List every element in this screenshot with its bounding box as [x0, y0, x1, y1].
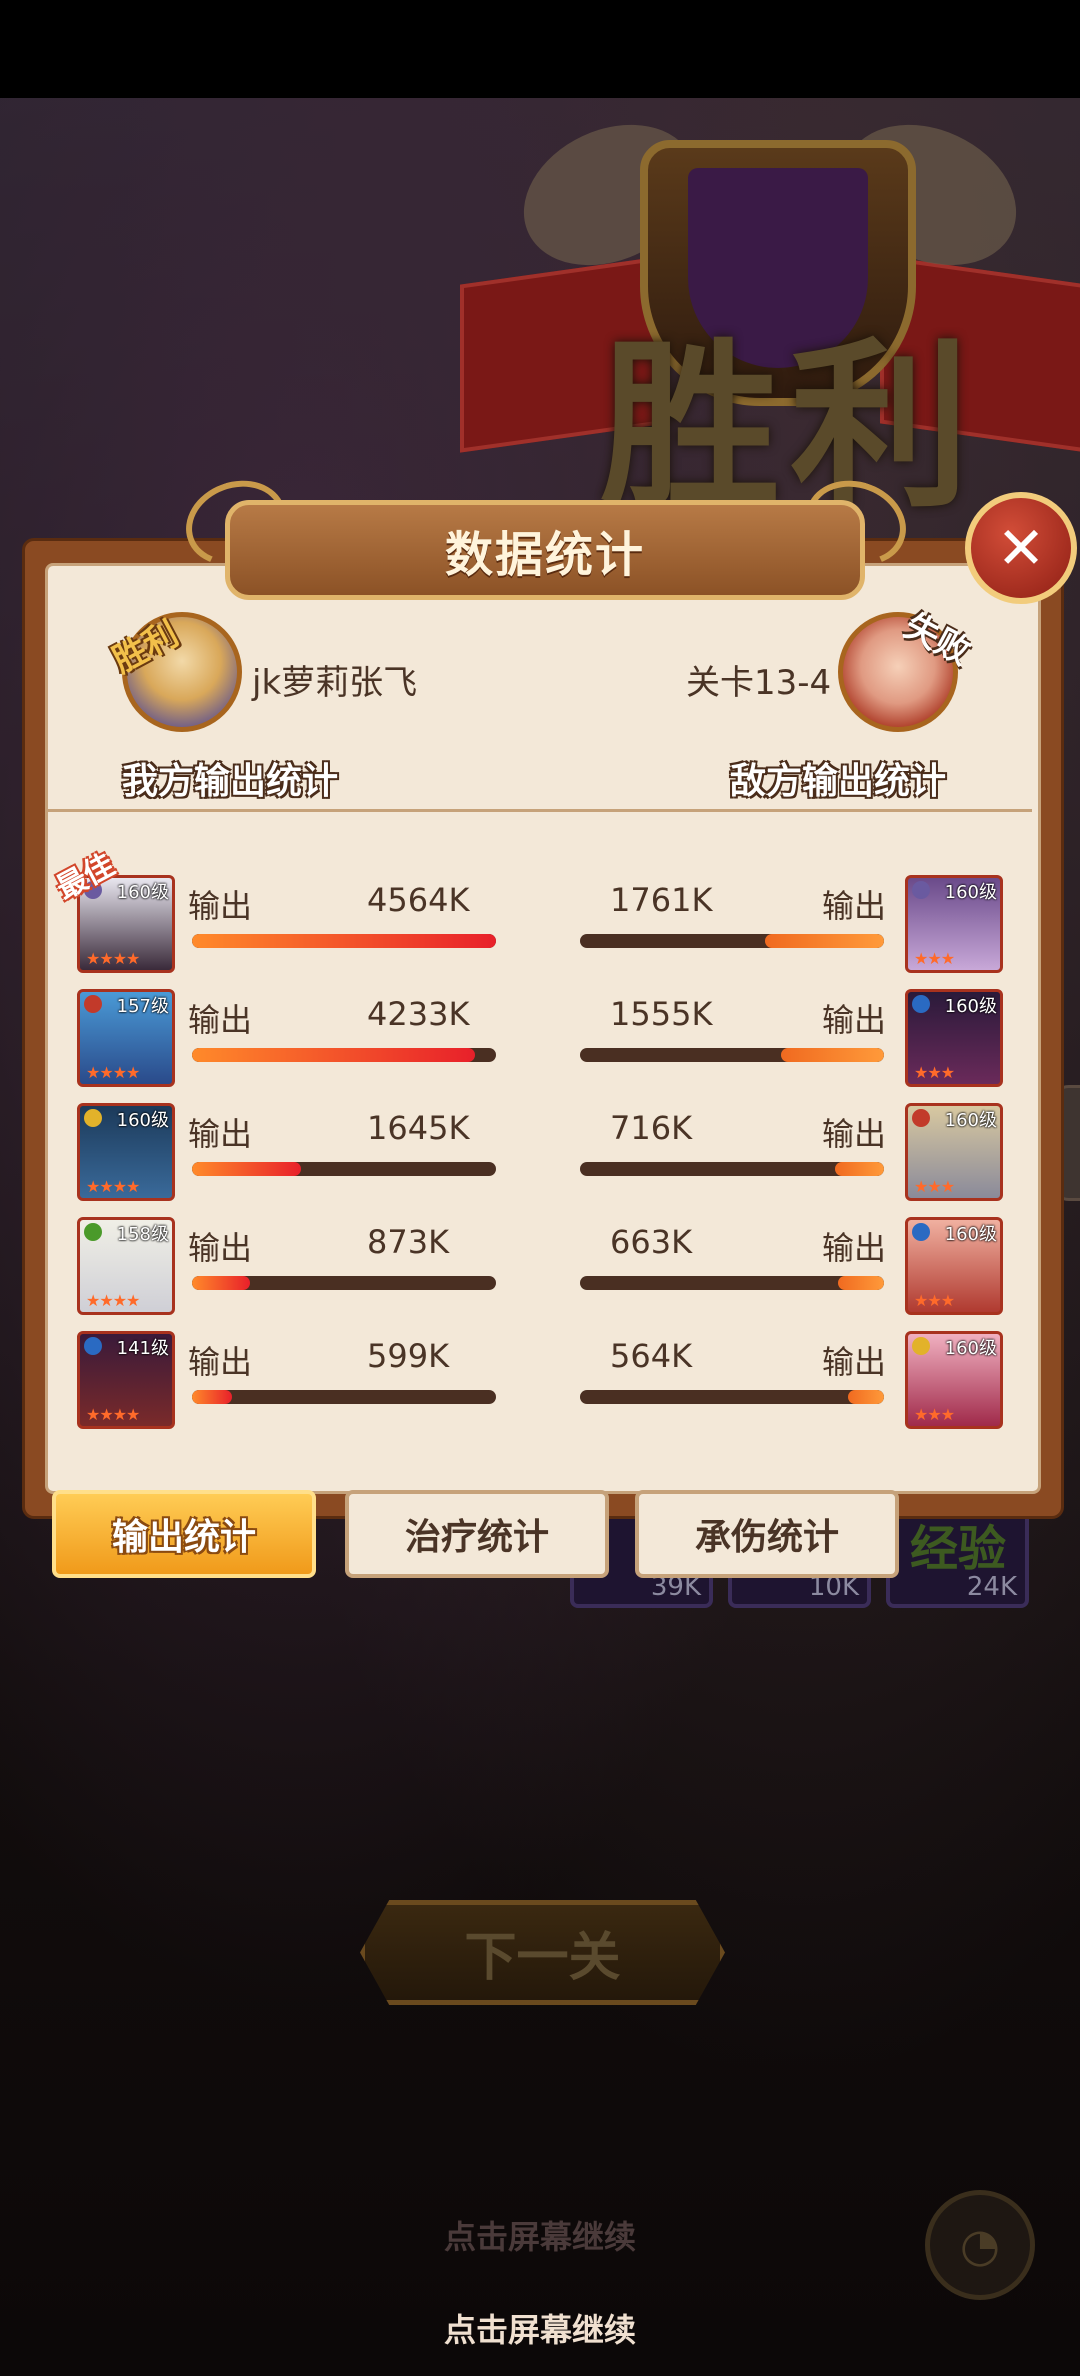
enemy-hero-portrait[interactable]: 160级 ★★★ [905, 875, 1003, 973]
status-bar [0, 0, 1080, 98]
enemy-output-bar-fill [765, 934, 884, 948]
tap-to-continue-hint[interactable]: 点击屏幕继续 [0, 2212, 1080, 2258]
hero-level: 158级 [116, 1224, 169, 1245]
my-output-value: 1645K [367, 1109, 470, 1147]
my-output-value: 4233K [367, 995, 470, 1033]
enemy-output-bar-fill [847, 1390, 884, 1404]
divider [48, 809, 1032, 812]
tab-output-stats[interactable]: 输出统计 [52, 1490, 316, 1578]
enemy-hero-portrait[interactable]: 160级 ★★★ [905, 1103, 1003, 1201]
hero-level: 141级 [116, 1338, 169, 1359]
output-label: 输出 [188, 1229, 253, 1267]
my-hero-portrait[interactable]: 141级 ★★★★ [77, 1331, 175, 1429]
enemy-output-bar [580, 1276, 884, 1290]
element-icon [84, 1337, 102, 1355]
my-output-bar-fill [192, 934, 496, 948]
enemy-output-value: 1555K [610, 995, 713, 1033]
enemy-output-bar-fill [780, 1048, 884, 1062]
next-level-button[interactable]: 下一关 [360, 1900, 725, 2005]
output-label: 输出 [822, 1001, 887, 1039]
output-label: 输出 [188, 887, 253, 925]
tab-damage-taken-stats[interactable]: 承伤统计 [635, 1490, 899, 1578]
hero-level: 160级 [116, 882, 169, 903]
tap-to-continue-hint[interactable]: 点击屏幕继续 [0, 2305, 1080, 2351]
star-rating-icon: ★★★ [914, 949, 955, 968]
enemy-output-value: 663K [610, 1223, 693, 1261]
output-label: 输出 [822, 1115, 887, 1153]
star-rating-icon: ★★★★ [86, 1063, 140, 1082]
element-icon [912, 1223, 930, 1241]
hero-level: 160级 [944, 1338, 997, 1359]
hero-level: 160级 [944, 1110, 997, 1131]
element-icon [84, 1223, 102, 1241]
star-rating-icon: ★★★★ [86, 949, 140, 968]
player-name: jk萝莉张飞 [252, 663, 418, 703]
output-label: 输出 [822, 1343, 887, 1381]
enemy-output-bar [580, 1162, 884, 1176]
stage-name: 关卡13-4 [686, 663, 832, 703]
panel-title: 数据统计 [444, 527, 645, 583]
enemy-output-bar-fill [835, 1162, 884, 1176]
my-output-bar [192, 1162, 496, 1176]
tab-healing-stats[interactable]: 治疗统计 [345, 1490, 609, 1578]
enemy-output-value: 564K [610, 1337, 693, 1375]
my-hero-portrait[interactable]: 158级 ★★★★ [77, 1217, 175, 1315]
star-rating-icon: ★★★★ [86, 1405, 140, 1424]
my-hero-portrait[interactable]: 157级 ★★★★ [77, 989, 175, 1087]
tab-label: 输出统计 [111, 1517, 256, 1558]
my-output-label: 我方输出统计 [122, 761, 339, 802]
my-output-value: 873K [367, 1223, 450, 1261]
my-output-bar-fill [192, 1048, 475, 1062]
close-button[interactable]: ✕ [965, 492, 1077, 604]
enemy-output-bar [580, 1390, 884, 1404]
hero-level: 160级 [944, 1224, 997, 1245]
element-icon [912, 1337, 930, 1355]
tab-label: 承伤统计 [694, 1517, 839, 1558]
hero-level: 157级 [116, 996, 169, 1017]
tab-label: 治疗统计 [404, 1517, 549, 1558]
my-output-bar-fill [192, 1162, 302, 1176]
element-icon [912, 1109, 930, 1127]
my-output-value: 599K [367, 1337, 450, 1375]
my-output-bar [192, 1048, 496, 1062]
star-rating-icon: ★★★ [914, 1177, 955, 1196]
enemy-output-bar [580, 934, 884, 948]
enemy-hero-portrait[interactable]: 160级 ★★★ [905, 1331, 1003, 1429]
enemy-hero-portrait[interactable]: 160级 ★★★ [905, 1217, 1003, 1315]
hero-level: 160级 [944, 882, 997, 903]
enemy-hero-portrait[interactable]: 160级 ★★★ [905, 989, 1003, 1087]
output-label: 输出 [188, 1115, 253, 1153]
panel-title-plaque: 数据统计 [225, 500, 865, 600]
my-output-bar-fill [192, 1390, 232, 1404]
star-rating-icon: ★★★★ [86, 1177, 140, 1196]
output-label: 输出 [822, 887, 887, 925]
enemy-output-bar-fill [838, 1276, 884, 1290]
output-label: 输出 [188, 1343, 253, 1381]
star-rating-icon: ★★★ [914, 1405, 955, 1424]
element-icon [84, 1109, 102, 1127]
my-output-bar [192, 1390, 496, 1404]
my-output-bar [192, 934, 496, 948]
star-rating-icon: ★★★ [914, 1291, 955, 1310]
output-label: 输出 [822, 1229, 887, 1267]
my-output-bar-fill [192, 1276, 250, 1290]
enemy-output-value: 716K [610, 1109, 693, 1147]
hero-level: 160级 [944, 996, 997, 1017]
star-rating-icon: ★★★ [914, 1063, 955, 1082]
enemy-output-label: 敌方输出统计 [730, 761, 947, 802]
enemy-output-bar [580, 1048, 884, 1062]
speed-dial-icon[interactable]: ◔ [925, 2190, 1035, 2300]
star-rating-icon: ★★★★ [86, 1291, 140, 1310]
element-icon [912, 881, 930, 899]
my-hero-portrait[interactable]: 160级 ★★★★ [77, 1103, 175, 1201]
enemy-output-value: 1761K [610, 881, 713, 919]
hero-level: 160级 [116, 1110, 169, 1131]
my-output-bar [192, 1276, 496, 1290]
next-level-label: 下一关 [464, 1928, 621, 1988]
close-icon: ✕ [996, 514, 1046, 582]
element-icon [912, 995, 930, 1013]
output-label: 输出 [188, 1001, 253, 1039]
my-output-value: 4564K [367, 881, 470, 919]
element-icon [84, 995, 102, 1013]
